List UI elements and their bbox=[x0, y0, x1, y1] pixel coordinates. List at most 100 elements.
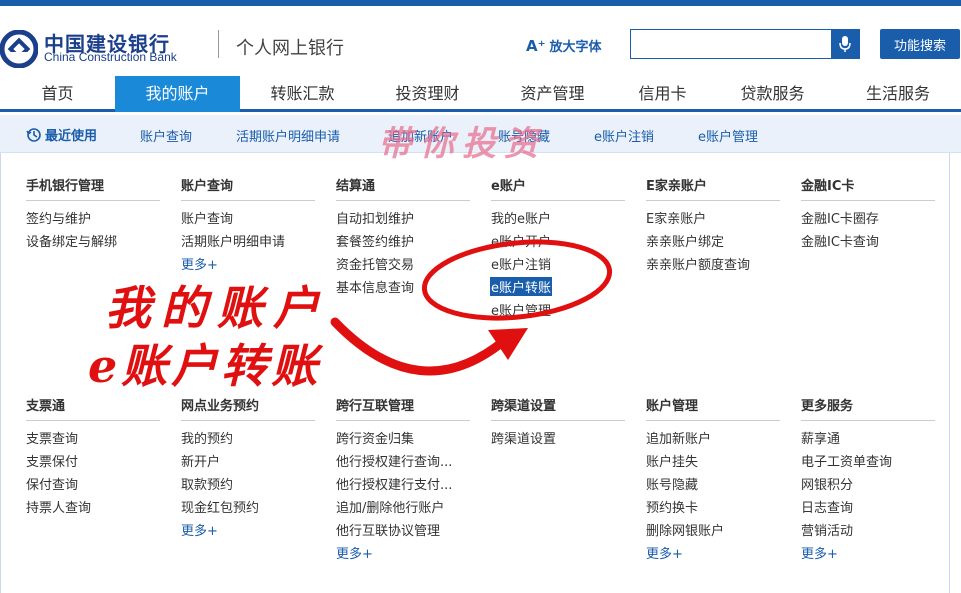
menu-divider bbox=[491, 200, 625, 201]
more-link[interactable]: 更多+ bbox=[336, 543, 373, 562]
menu-link[interactable]: 他行授权建行查询... bbox=[336, 451, 452, 470]
header-divider bbox=[218, 30, 219, 58]
menu-link[interactable]: 跨渠道设置 bbox=[491, 428, 556, 447]
menu-link[interactable]: 保付查询 bbox=[26, 474, 78, 493]
menu-title: 账户管理 bbox=[646, 399, 699, 414]
menu-divider bbox=[336, 200, 470, 201]
nav-investment[interactable]: 投资理财 bbox=[365, 76, 490, 112]
menu-divider bbox=[181, 200, 315, 201]
nav-loan[interactable]: 贷款服务 bbox=[710, 76, 835, 112]
menu-title: 跨行互联管理 bbox=[336, 399, 415, 414]
menu-link[interactable]: 追加/删除他行账户 bbox=[336, 497, 444, 516]
menu-link[interactable]: 新开户 bbox=[181, 451, 220, 470]
menu-divider bbox=[26, 420, 160, 421]
menu-title: 网点业务预约 bbox=[181, 399, 260, 414]
account-menu-panel: 手机银行管理 签约与维护 设备绑定与解绑 账户查询 账户查询 活期账户明细申请 … bbox=[0, 153, 950, 593]
function-search-button[interactable]: 功能搜索 bbox=[880, 29, 960, 59]
menu-link[interactable]: 预约换卡 bbox=[646, 497, 698, 516]
menu-link[interactable]: e账户注销 bbox=[491, 254, 551, 273]
nav-transfer[interactable]: 转账汇款 bbox=[240, 76, 365, 112]
more-link[interactable]: 更多+ bbox=[181, 254, 218, 273]
menu-link[interactable]: 亲亲账户额度查询 bbox=[646, 254, 750, 273]
menu-divider bbox=[26, 200, 160, 201]
menu-link[interactable]: 支票查询 bbox=[26, 428, 78, 447]
recent-link[interactable]: e账户管理 bbox=[698, 126, 758, 145]
menu-divider bbox=[491, 420, 625, 421]
menu-link[interactable]: 账户挂失 bbox=[646, 451, 698, 470]
nav-my-account[interactable]: 我的账户 bbox=[115, 76, 240, 112]
menu-link[interactable]: 账户查询 bbox=[181, 208, 233, 227]
menu-link[interactable]: 账号隐藏 bbox=[646, 474, 698, 493]
menu-link[interactable]: 自动扣划维护 bbox=[336, 208, 414, 227]
menu-link[interactable]: 薪享通 bbox=[801, 428, 840, 447]
recent-link[interactable]: 账户查询 bbox=[140, 126, 192, 145]
voice-search-button[interactable] bbox=[831, 30, 859, 58]
menu-title: 支票通 bbox=[26, 399, 66, 414]
menu-link[interactable]: 签约与维护 bbox=[26, 208, 91, 227]
menu-title: 跨渠道设置 bbox=[491, 399, 557, 414]
bank-name-en: China Construction Bank bbox=[44, 50, 177, 64]
more-link[interactable]: 更多+ bbox=[646, 543, 683, 562]
menu-title: 金融IC卡 bbox=[801, 179, 855, 194]
menu-divider bbox=[646, 420, 780, 421]
nav-credit-card[interactable]: 信用卡 bbox=[600, 76, 725, 112]
menu-link[interactable]: e账户开户 bbox=[491, 231, 551, 250]
menu-link[interactable]: 设备绑定与解绑 bbox=[26, 231, 117, 250]
menu-link[interactable]: 我的预约 bbox=[181, 428, 233, 447]
history-icon bbox=[26, 127, 41, 142]
more-link[interactable]: 更多+ bbox=[181, 520, 218, 539]
menu-link[interactable]: 取款预约 bbox=[181, 474, 233, 493]
menu-link[interactable]: 套餐签约维护 bbox=[336, 231, 414, 250]
menu-link[interactable]: 现金红包预约 bbox=[181, 497, 259, 516]
microphone-icon bbox=[839, 36, 851, 52]
ccb-logo-icon bbox=[0, 30, 38, 68]
menu-link[interactable]: 删除网银账户 bbox=[646, 520, 724, 539]
main-nav: 首页 我的账户 转账汇款 投资理财 资产管理 信用卡 贷款服务 生活服务 bbox=[0, 76, 961, 112]
menu-divider bbox=[801, 200, 935, 201]
recent-link[interactable]: 账号隐藏 bbox=[498, 126, 550, 145]
menu-link[interactable]: 活期账户明细申请 bbox=[181, 231, 285, 250]
menu-title: 账户查询 bbox=[181, 179, 234, 194]
menu-link[interactable]: 追加新账户 bbox=[646, 428, 711, 447]
menu-divider bbox=[181, 420, 315, 421]
more-link[interactable]: 更多+ bbox=[801, 543, 838, 562]
header: 中国建设银行 China Construction Bank 个人网上银行 A⁺… bbox=[0, 6, 961, 76]
enlarge-font-label: 放大字体 bbox=[549, 40, 602, 55]
recent-link[interactable]: e账户注销 bbox=[594, 126, 654, 145]
recent-bar: 最近使用 账户查询 活期账户明细申请 追加新账户 账号隐藏 e账户注销 e账户管… bbox=[0, 115, 961, 153]
recent-link[interactable]: 追加新账户 bbox=[388, 126, 453, 145]
menu-link[interactable]: 资金托管交易 bbox=[336, 254, 414, 273]
menu-link[interactable]: 日志查询 bbox=[801, 497, 853, 516]
search-input[interactable] bbox=[630, 29, 860, 59]
recent-label: 最近使用 bbox=[26, 125, 97, 144]
nav-asset-management[interactable]: 资产管理 bbox=[490, 76, 615, 112]
menu-link[interactable]: 跨行资金归集 bbox=[336, 428, 414, 447]
menu-divider bbox=[801, 420, 935, 421]
menu-title: E家亲账户 bbox=[646, 179, 707, 194]
menu-link[interactable]: 营销活动 bbox=[801, 520, 853, 539]
menu-link[interactable]: E家亲账户 bbox=[646, 208, 706, 227]
menu-link[interactable]: e账户管理 bbox=[491, 300, 551, 319]
menu-link[interactable]: 他行互联协议管理 bbox=[336, 520, 440, 539]
font-size-icon: A⁺ bbox=[526, 37, 546, 55]
menu-link[interactable]: 亲亲账户绑定 bbox=[646, 231, 724, 250]
enlarge-font-button[interactable]: A⁺ 放大字体 bbox=[526, 36, 602, 55]
menu-link[interactable]: 他行授权建行支付... bbox=[336, 474, 452, 493]
menu-link[interactable]: 网银积分 bbox=[801, 474, 853, 493]
nav-home[interactable]: 首页 bbox=[0, 76, 115, 112]
recent-link[interactable]: 活期账户明细申请 bbox=[236, 126, 340, 145]
e-account-transfer-link[interactable]: e账户转账 bbox=[490, 277, 552, 296]
menu-title: 手机银行管理 bbox=[26, 179, 105, 194]
menu-link[interactable]: 基本信息查询 bbox=[336, 277, 414, 296]
menu-link[interactable]: 电子工资单查询 bbox=[801, 451, 892, 470]
nav-life-services[interactable]: 生活服务 bbox=[835, 76, 961, 112]
site-name: 个人网上银行 bbox=[236, 38, 344, 59]
menu-link[interactable]: 金融IC卡查询 bbox=[801, 231, 879, 250]
menu-link[interactable]: 金融IC卡圈存 bbox=[801, 208, 879, 227]
menu-title: e账户 bbox=[491, 179, 526, 194]
menu-divider bbox=[336, 420, 470, 421]
menu-link[interactable]: 支票保付 bbox=[26, 451, 78, 470]
menu-link[interactable]: 持票人查询 bbox=[26, 497, 91, 516]
menu-title: 更多服务 bbox=[801, 399, 854, 414]
menu-link[interactable]: 我的e账户 bbox=[491, 208, 551, 227]
